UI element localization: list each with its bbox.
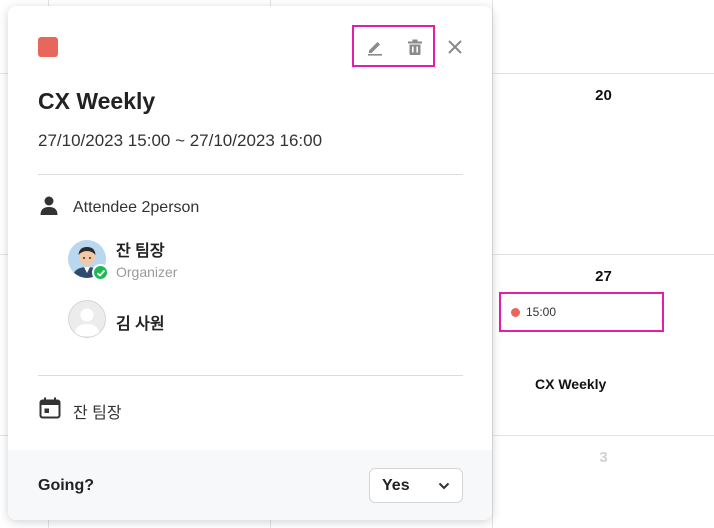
attendee-name: 김 사원: [116, 316, 165, 333]
chevron-down-icon: [438, 477, 450, 495]
day-number-27[interactable]: 27: [493, 268, 714, 285]
event-title: CX Weekly: [535, 376, 607, 392]
calendar-event-chip[interactable]: 15:00 CX Weekly: [499, 292, 664, 392]
event-detail-popup: CX Weekly 27/10/2023 15:00 ~ 27/10/2023 …: [8, 6, 492, 520]
calendar-owner-label: 잔 팀장: [73, 405, 122, 422]
person-icon: [40, 196, 58, 221]
calendar-icon: [39, 397, 61, 424]
going-select-value: Yes: [382, 476, 410, 494]
attendee-name: 잔 팀장: [116, 243, 165, 260]
close-icon[interactable]: [443, 35, 467, 59]
event-color-swatch: [38, 37, 58, 57]
trash-icon[interactable]: [403, 35, 427, 59]
attendee-count-label: Attendee 2person: [73, 199, 200, 216]
event-datetime: 27/10/2023 15:00 ~ 27/10/2023 16:00: [38, 131, 323, 150]
avatar[interactable]: [68, 240, 109, 281]
grid-line: [492, 435, 714, 436]
accepted-check-icon: [92, 264, 109, 281]
divider: [38, 174, 463, 175]
going-select[interactable]: Yes: [369, 468, 463, 503]
going-label: Going?: [38, 477, 94, 494]
day-number-3[interactable]: 3: [493, 449, 714, 466]
pencil-icon[interactable]: [363, 35, 387, 59]
grid-line: [492, 254, 714, 255]
event-color-dot: [511, 307, 520, 317]
event-time: 15:00: [526, 305, 557, 319]
grid-line: [492, 73, 714, 74]
event-title-heading: CX Weekly: [38, 88, 156, 114]
rsvp-footer: Going? Yes: [8, 450, 492, 520]
divider: [38, 375, 463, 376]
calendar-view: 20 27 3 15:00 CX Weekly CX Weekly 27/10/…: [0, 0, 714, 528]
attendee-role: Organizer: [116, 264, 178, 280]
avatar[interactable]: [68, 300, 106, 338]
day-number-20[interactable]: 20: [493, 87, 714, 104]
